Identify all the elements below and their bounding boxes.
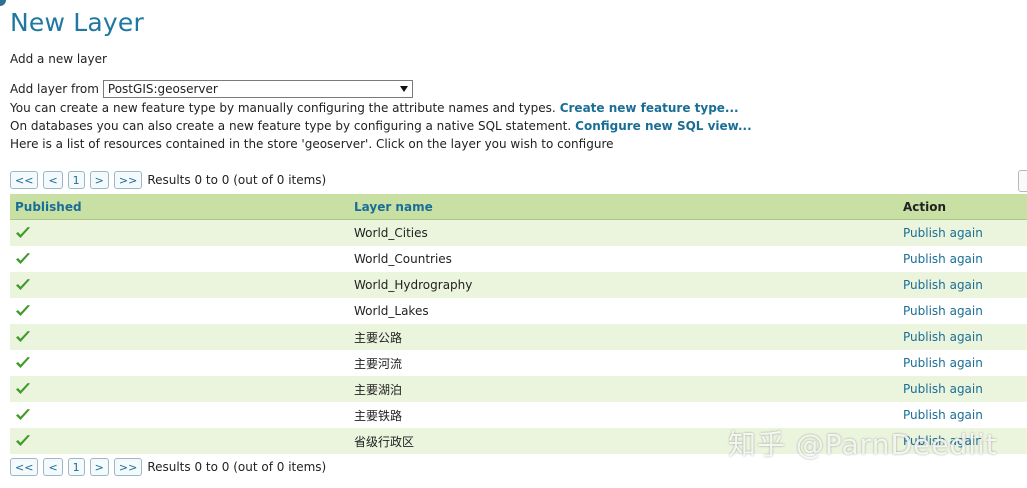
table-row: 主要公路 Publish again bbox=[10, 324, 1027, 350]
pager-page-button[interactable]: 1 bbox=[67, 171, 85, 189]
info-sql-view-text: On databases you can also create a new f… bbox=[10, 119, 572, 133]
layer-name-cell: World_Cities bbox=[349, 219, 898, 246]
header-layer-name[interactable]: Layer name bbox=[349, 194, 898, 220]
published-cell bbox=[10, 246, 349, 272]
pager-first-button[interactable]: << bbox=[10, 171, 39, 189]
configure-sql-view-link[interactable]: Configure new SQL view... bbox=[575, 119, 752, 133]
action-cell: Publish again bbox=[898, 324, 1027, 350]
side-tab[interactable] bbox=[1018, 170, 1027, 192]
published-cell bbox=[10, 298, 349, 324]
page-subtitle: Add a new layer bbox=[10, 52, 107, 66]
layer-name-cell: World_Countries bbox=[349, 246, 898, 272]
layer-name-cell: World_Lakes bbox=[349, 298, 898, 324]
check-icon bbox=[15, 226, 344, 240]
publish-again-link[interactable]: Publish again bbox=[903, 278, 983, 292]
layer-name-cell: 主要湖泊 bbox=[349, 376, 898, 402]
published-cell bbox=[10, 428, 349, 454]
table-row: World_Countries Publish again bbox=[10, 246, 1027, 272]
check-icon bbox=[15, 382, 344, 396]
pager-next-button[interactable]: > bbox=[89, 171, 109, 189]
action-cell: Publish again bbox=[898, 298, 1027, 324]
published-cell bbox=[10, 376, 349, 402]
pager-top: << < 1 > >> Results 0 to 0 (out of 0 ite… bbox=[10, 171, 326, 189]
check-icon bbox=[15, 252, 344, 266]
info-feature-type-text: You can create a new feature type by man… bbox=[10, 101, 556, 115]
header-action: Action bbox=[898, 194, 1027, 220]
check-icon bbox=[15, 408, 344, 422]
published-cell bbox=[10, 350, 349, 376]
pager-first-button[interactable]: << bbox=[10, 458, 39, 476]
store-select[interactable]: PostGIS:geoserver bbox=[102, 80, 413, 98]
pager-results-text: Results 0 to 0 (out of 0 items) bbox=[147, 173, 327, 187]
table-row: World_Hydrography Publish again bbox=[10, 272, 1027, 298]
action-cell: Publish again bbox=[898, 246, 1027, 272]
action-cell: Publish again bbox=[898, 376, 1027, 402]
action-cell: Publish again bbox=[898, 219, 1027, 246]
table-row: 主要河流 Publish again bbox=[10, 350, 1027, 376]
publish-again-link[interactable]: Publish again bbox=[903, 382, 983, 396]
publish-again-link[interactable]: Publish again bbox=[903, 408, 983, 422]
publish-again-link[interactable]: Publish again bbox=[903, 304, 983, 318]
publish-again-link[interactable]: Publish again bbox=[903, 356, 983, 370]
table-row: 主要湖泊 Publish again bbox=[10, 376, 1027, 402]
info-line-feature-type: You can create a new feature type by man… bbox=[10, 101, 739, 115]
published-cell bbox=[10, 402, 349, 428]
publish-again-link[interactable]: Publish again bbox=[903, 330, 983, 344]
corner-decoration bbox=[0, 0, 6, 6]
layer-name-cell: 主要公路 bbox=[349, 324, 898, 350]
add-layer-from-label: Add layer from bbox=[10, 82, 99, 96]
add-layer-from: Add layer from PostGIS:geoserver bbox=[10, 80, 413, 98]
pager-last-button[interactable]: >> bbox=[113, 458, 143, 476]
published-cell bbox=[10, 324, 349, 350]
pager-prev-button[interactable]: < bbox=[43, 171, 63, 189]
store-select-value: PostGIS:geoserver bbox=[107, 82, 218, 96]
pager-last-button[interactable]: >> bbox=[113, 171, 143, 189]
pager-results-text: Results 0 to 0 (out of 0 items) bbox=[147, 460, 327, 474]
check-icon bbox=[15, 434, 344, 448]
action-cell: Publish again bbox=[898, 350, 1027, 376]
publish-again-link[interactable]: Publish again bbox=[903, 226, 983, 240]
published-cell bbox=[10, 219, 349, 246]
pager-next-button[interactable]: > bbox=[89, 458, 109, 476]
table-row: World_Cities Publish again bbox=[10, 219, 1027, 246]
info-line-sql-view: On databases you can also create a new f… bbox=[10, 119, 752, 133]
page-title: New Layer bbox=[10, 8, 144, 37]
published-cell bbox=[10, 272, 349, 298]
layer-name-cell: 主要河流 bbox=[349, 350, 898, 376]
pager-page-button[interactable]: 1 bbox=[67, 458, 85, 476]
layer-name-cell: World_Hydrography bbox=[349, 272, 898, 298]
action-cell: Publish again bbox=[898, 272, 1027, 298]
check-icon bbox=[15, 304, 344, 318]
header-published[interactable]: Published bbox=[10, 194, 349, 220]
pager-prev-button[interactable]: < bbox=[43, 458, 63, 476]
create-feature-type-link[interactable]: Create new feature type... bbox=[560, 101, 739, 115]
publish-again-link[interactable]: Publish again bbox=[903, 252, 983, 266]
watermark: 知乎 @ParnDeedlit bbox=[728, 428, 998, 461]
table-header-row: Published Layer name Action bbox=[10, 194, 1027, 220]
layers-table: Published Layer name Action World_Cities… bbox=[10, 194, 1027, 454]
chevron-down-icon bbox=[399, 86, 408, 92]
check-icon bbox=[15, 278, 344, 292]
pager-bottom: << < 1 > >> Results 0 to 0 (out of 0 ite… bbox=[10, 458, 326, 476]
check-icon bbox=[15, 330, 344, 344]
table-row: World_Lakes Publish again bbox=[10, 298, 1027, 324]
info-line-resources: Here is a list of resources contained in… bbox=[10, 137, 614, 151]
check-icon bbox=[15, 356, 344, 370]
